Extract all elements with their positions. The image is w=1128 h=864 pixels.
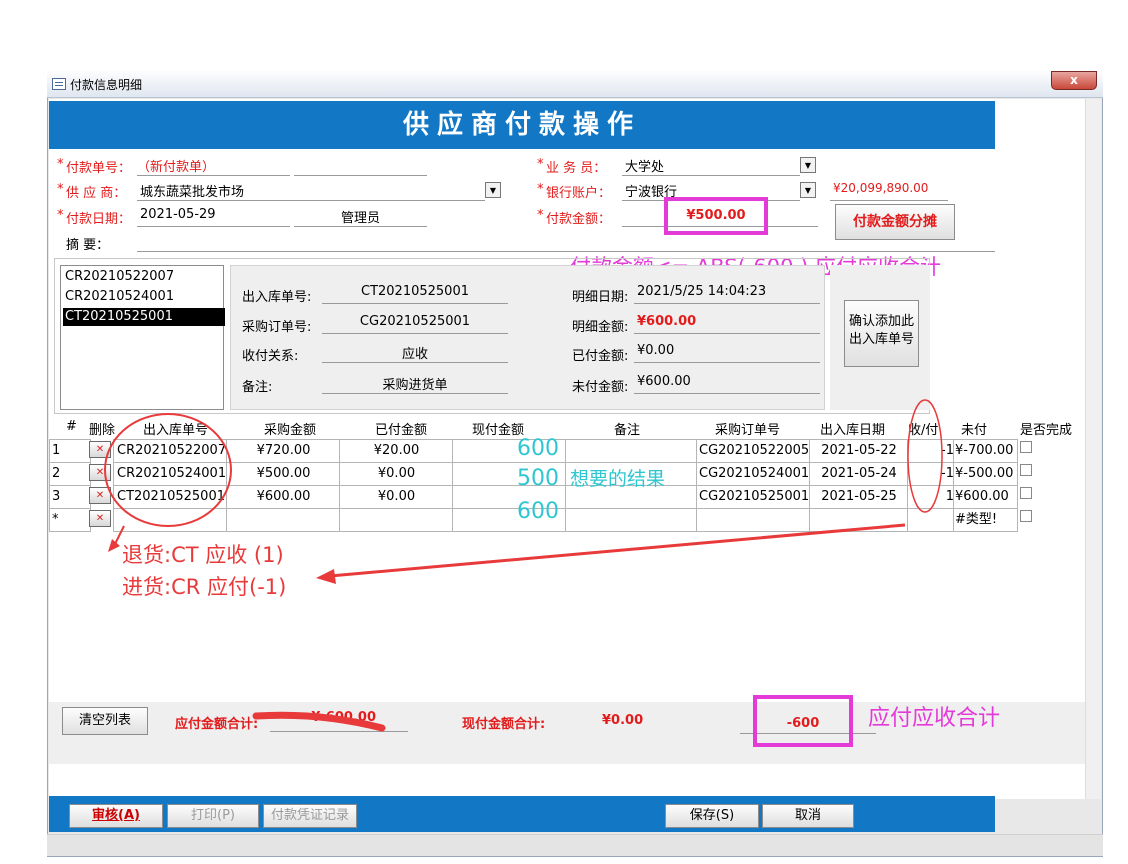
- annotation-overlay: [104, 399, 943, 732]
- annotation-arrow-stroke-right: [329, 523, 906, 578]
- annotation-circle-direction: [907, 399, 943, 513]
- annotation-circle-orders: [104, 413, 232, 527]
- annotation-arrow-head-left: [108, 539, 120, 552]
- annotation-scribble: [252, 711, 386, 732]
- annotation-arrow-head-right: [316, 569, 336, 584]
